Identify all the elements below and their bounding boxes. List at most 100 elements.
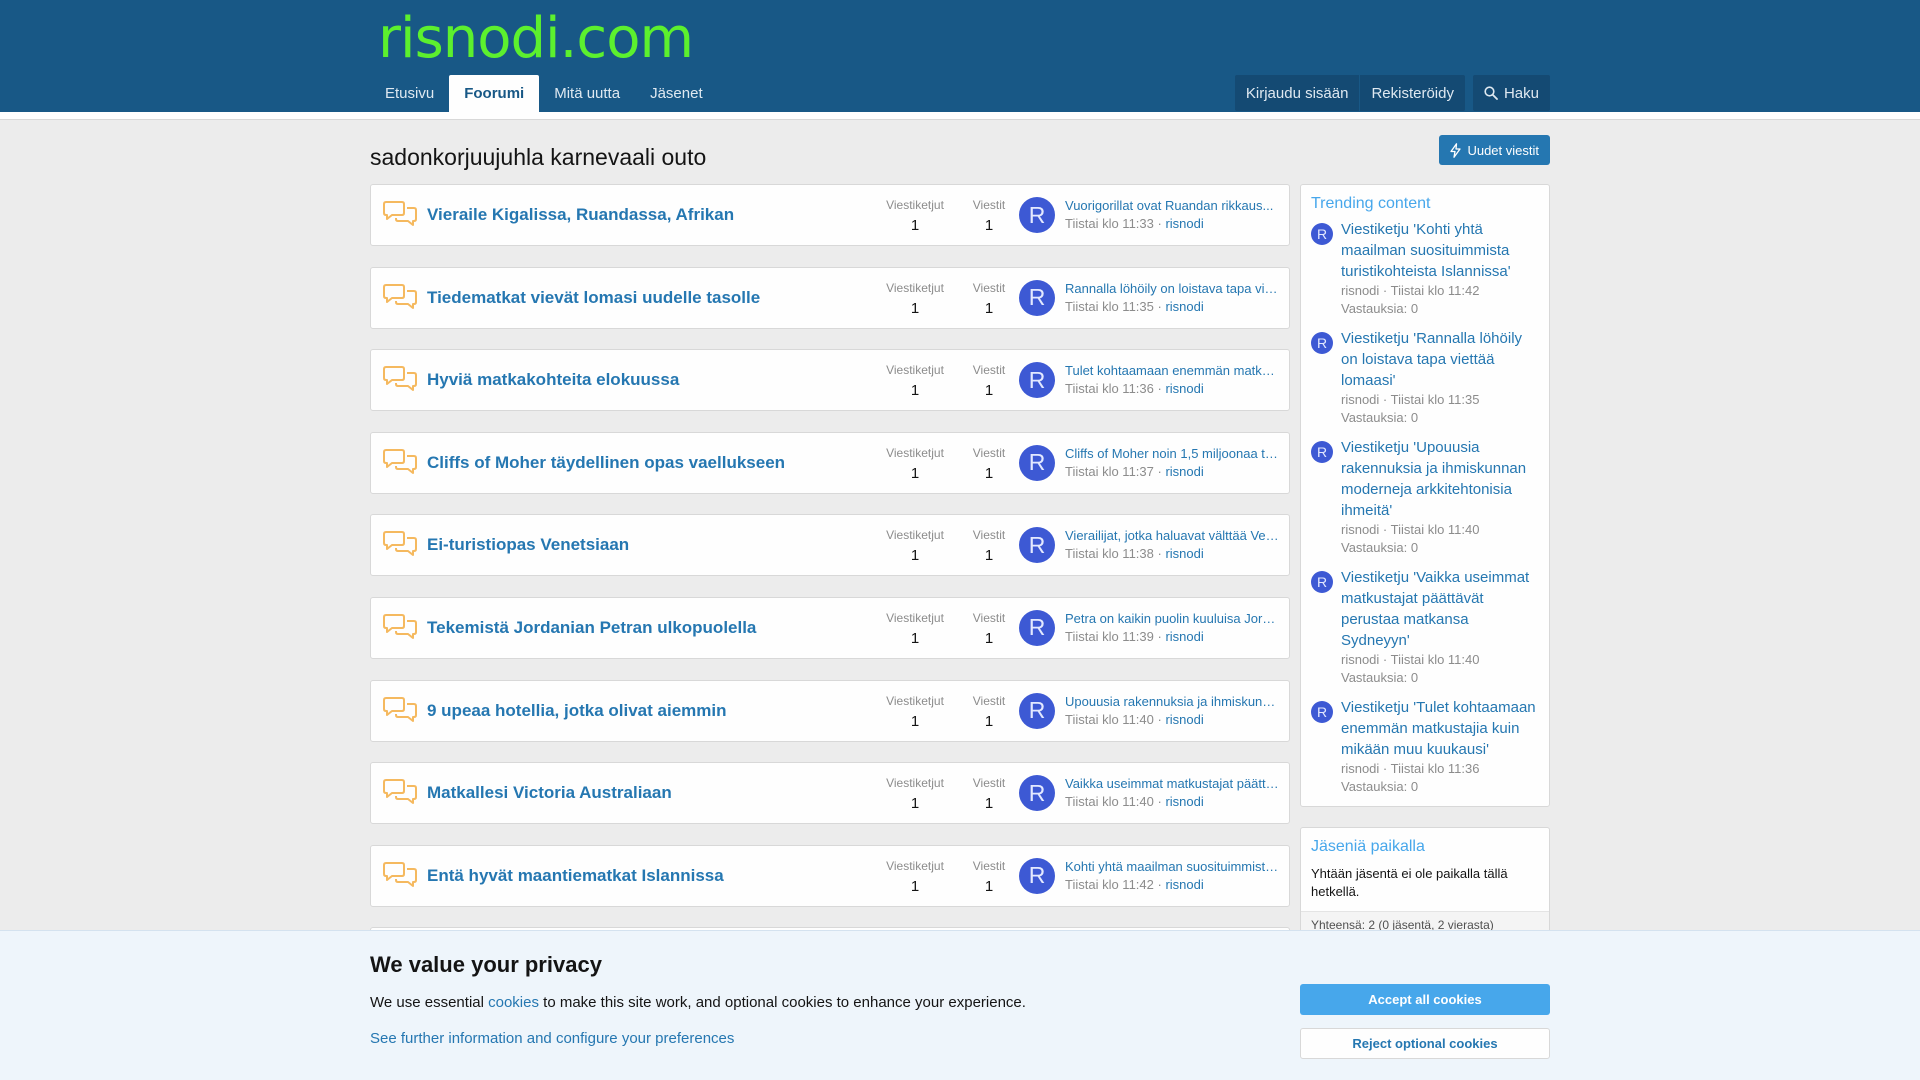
trending-thread-link[interactable]: Viestiketju 'Vaikka useimmat matkustajat… xyxy=(1341,567,1539,651)
avatar[interactable]: R xyxy=(1019,775,1055,812)
latest-thread-link[interactable]: Tulet kohtaamaan enemmän matkustajia kui… xyxy=(1065,363,1281,378)
forum-node-title[interactable]: Entä hyvät maantiematkat Islannissa xyxy=(427,866,724,886)
trending-replies: Vastauksia: 0 xyxy=(1341,301,1419,316)
latest-thread-user[interactable]: risnodi xyxy=(1165,629,1203,644)
nav-tab-jasenet[interactable]: Jäsenet xyxy=(635,75,718,112)
forum-node-title[interactable]: Ei-turistiopas Venetsiaan xyxy=(427,535,629,555)
posts-count-value: 1 xyxy=(984,547,994,565)
latest-thread-link[interactable]: Vuorigorillat ovat Ruandan rikkaus... xyxy=(1065,198,1281,213)
latest-thread-link[interactable]: Rannalla löhöily on loistava tapa viettä… xyxy=(1065,281,1281,296)
forum-node-title[interactable]: Tiedematkat vievät lomasi uudelle tasoll… xyxy=(427,288,760,308)
members-online-text: Yhtään jäsentä ei ole paikalla tällä het… xyxy=(1311,866,1508,899)
meta-separator: · xyxy=(1153,628,1166,644)
trending-thread-link[interactable]: Viestiketju 'Upouusia rakennuksia ja ihm… xyxy=(1341,437,1539,521)
latest-thread-link[interactable]: Vaikka useimmat matkustajat päättävät pe… xyxy=(1065,776,1281,791)
avatar[interactable]: R xyxy=(1019,692,1055,729)
meta-separator: · xyxy=(1153,381,1166,397)
trending-block: Trending content R Viestiketju 'Kohti yht… xyxy=(1300,184,1550,807)
latest-thread-user[interactable]: risnodi xyxy=(1165,546,1203,561)
posts-count-value: 1 xyxy=(984,712,994,730)
chat-bubbles-icon xyxy=(381,529,419,561)
avatar[interactable]: R xyxy=(1019,279,1055,316)
page-title: sadonkorjuujuhla karnevaali outo xyxy=(370,144,707,170)
latest-thread-time[interactable]: Tiistai klo 11:39 xyxy=(1065,629,1154,644)
login-button[interactable]: Kirjaudu sisään xyxy=(1235,75,1360,111)
avatar[interactable]: R xyxy=(1019,609,1055,646)
latest-thread-time[interactable]: Tiistai klo 11:42 xyxy=(1065,877,1154,892)
cookie-preferences-link[interactable]: See further information and configure yo… xyxy=(370,1030,734,1047)
latest-thread-user[interactable]: risnodi xyxy=(1165,794,1203,809)
threads-count-label: Viestiketjut xyxy=(886,858,944,873)
trending-thread-link[interactable]: Viestiketju 'Kohti yhtä maailman suositu… xyxy=(1341,219,1539,282)
avatar[interactable]: R xyxy=(1019,527,1055,564)
latest-thread-time[interactable]: Tiistai klo 11:40 xyxy=(1065,712,1154,727)
trending-item: R Viestiketju 'Kohti yhtä maailman suosit… xyxy=(1301,219,1549,318)
latest-thread-link[interactable]: Vierailijat, jotka haluavat välttää Vene… xyxy=(1065,528,1281,543)
avatar[interactable]: R xyxy=(1019,362,1055,399)
trending-replies: Vastauksia: 0 xyxy=(1341,779,1419,794)
members-online-title[interactable]: Jäseniä paikalla xyxy=(1301,828,1549,862)
latest-thread-user[interactable]: risnodi xyxy=(1165,712,1203,727)
accept-cookies-button[interactable]: Accept all cookies xyxy=(1300,984,1550,1015)
site-logo[interactable]: risnodi.com xyxy=(378,4,694,74)
avatar[interactable]: R xyxy=(1019,197,1055,233)
latest-thread-time[interactable]: Tiistai klo 11:33 xyxy=(1065,216,1154,231)
avatar[interactable]: R xyxy=(1019,857,1055,894)
latest-thread-time[interactable]: Tiistai klo 11:38 xyxy=(1065,546,1154,561)
latest-thread-time[interactable]: Tiistai klo 11:40 xyxy=(1065,794,1154,809)
trending-thread-link[interactable]: Viestiketju 'Tulet kohtaamaan enemmän ma… xyxy=(1341,697,1539,760)
meta-separator: · xyxy=(1153,794,1166,810)
trending-thread-link[interactable]: Viestiketju 'Rannalla löhöily on loistav… xyxy=(1341,328,1539,391)
latest-thread-user[interactable]: risnodi xyxy=(1165,299,1203,314)
new-posts-button[interactable]: Uudet viestit xyxy=(1439,135,1550,165)
forum-node-row: Hyviä matkakohteita elokuussa Viestiketju… xyxy=(370,349,1290,412)
forum-node-title[interactable]: Tekemistä Jordanian Petran ulkopuolella xyxy=(427,618,756,638)
latest-thread-time[interactable]: Tiistai klo 11:37 xyxy=(1065,464,1154,479)
meta-separator: · xyxy=(1153,876,1166,892)
search-label: Haku xyxy=(1503,84,1539,102)
new-posts-label: Uudet viestit xyxy=(1467,142,1539,158)
meta-separator: · xyxy=(1153,463,1166,479)
trending-meta: risnodi · Tiistai klo 11:35 xyxy=(1341,392,1480,407)
threads-count-label: Viestiketjut xyxy=(886,776,944,791)
auth-buttons: Kirjaudu sisään Rekisteröidy xyxy=(1234,75,1465,111)
latest-thread-link[interactable]: Kohti yhtä maailman suosituimmista turis… xyxy=(1065,859,1281,874)
latest-thread-link[interactable]: Cliffs of Moher noin 1,5 miljoonaa turis… xyxy=(1065,446,1281,461)
sub-nav-bar xyxy=(0,112,1920,120)
avatar[interactable]: R xyxy=(1311,332,1333,354)
forum-node-title[interactable]: Vieraile Kigalissa, Ruandassa, Afrikan xyxy=(427,205,734,225)
avatar[interactable]: R xyxy=(1311,441,1333,463)
register-button[interactable]: Rekisteröidy xyxy=(1359,75,1465,111)
avatar[interactable]: R xyxy=(1311,223,1333,245)
chat-bubbles-icon xyxy=(381,282,419,314)
avatar[interactable]: R xyxy=(1019,444,1055,481)
nav-tab-foorumi[interactable]: Foorumi xyxy=(449,75,540,112)
latest-thread-time[interactable]: Tiistai klo 11:35 xyxy=(1065,299,1154,314)
posts-count-value: 1 xyxy=(984,464,994,482)
posts-count-label: Viestit xyxy=(972,445,1006,460)
latest-thread-user[interactable]: risnodi xyxy=(1165,877,1203,892)
cookie-text-after: to make this site work, and optional coo… xyxy=(538,994,1026,1011)
nav-tab-etusivu[interactable]: Etusivu xyxy=(370,75,449,112)
cookies-link[interactable]: cookies xyxy=(488,994,539,1011)
avatar[interactable]: R xyxy=(1311,571,1333,593)
latest-thread-time[interactable]: Tiistai klo 11:36 xyxy=(1065,381,1154,396)
trending-title[interactable]: Trending content xyxy=(1301,185,1549,219)
avatar[interactable]: R xyxy=(1311,701,1333,723)
latest-thread-user[interactable]: risnodi xyxy=(1165,216,1203,231)
search-button[interactable]: Haku xyxy=(1473,75,1550,111)
chat-bubbles-icon xyxy=(381,777,419,809)
latest-thread-link[interactable]: Petra on kaikin puolin kuuluisa Jordania… xyxy=(1065,611,1281,626)
trending-meta: risnodi · Tiistai klo 11:40 xyxy=(1341,652,1480,667)
latest-thread-link[interactable]: Upouusia rakennuksia ja ihmiskunnan mode… xyxy=(1065,694,1281,709)
forum-node-title[interactable]: Cliffs of Moher täydellinen opas vaelluk… xyxy=(427,453,785,473)
forum-node-title[interactable]: Matkallesi Victoria Australiaan xyxy=(427,783,672,803)
forum-node-title[interactable]: Hyviä matkakohteita elokuussa xyxy=(427,370,679,390)
chat-bubbles-icon xyxy=(381,199,419,231)
reject-cookies-button[interactable]: Reject optional cookies xyxy=(1300,1028,1550,1059)
latest-thread-user[interactable]: risnodi xyxy=(1165,464,1203,479)
forum-node-title[interactable]: 9 upeaa hotellia, jotka olivat aiemmin xyxy=(427,701,726,721)
threads-count-label: Viestiketjut xyxy=(886,198,944,212)
nav-tab-mita-uutta[interactable]: Mitä uutta xyxy=(539,75,635,112)
latest-thread-user[interactable]: risnodi xyxy=(1165,381,1203,396)
